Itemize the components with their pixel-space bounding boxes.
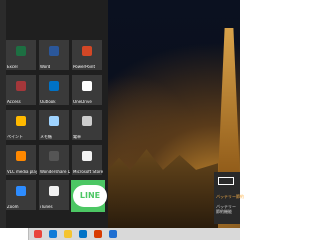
calculator-icon: [82, 116, 92, 126]
taskbar: [0, 228, 240, 240]
dvd-memory-icon: [49, 151, 59, 161]
tile-label: メモ帳: [40, 135, 52, 139]
tile-label: 電卓: [73, 135, 81, 139]
notepad-icon: [49, 116, 59, 126]
tile-itunes[interactable]: iTunes: [39, 180, 69, 210]
file-explorer-icon[interactable]: [64, 230, 72, 238]
tile-label: PowerPoint: [73, 65, 96, 69]
store-icon: [82, 151, 92, 161]
tile-label: Word: [40, 65, 51, 69]
tile-label: iTunes: [40, 205, 53, 209]
tile-word[interactable]: Word: [39, 40, 69, 70]
tile-label: Zoom: [7, 205, 19, 209]
zoom-icon: [16, 186, 26, 196]
tile-label: OneDrive: [73, 100, 92, 104]
onedrive-icon: [82, 81, 92, 91]
office-icon[interactable]: [94, 230, 102, 238]
toast-title: バッテリー節約: [216, 194, 244, 199]
notification-toast[interactable]: バッテリー節約 バッテリー節約機能: [214, 172, 244, 224]
mail-icon[interactable]: [79, 230, 87, 238]
toast-text: バッテリー節約機能: [216, 204, 236, 214]
access-icon: [16, 81, 26, 91]
outlook-icon: [49, 81, 59, 91]
onedrive-taskbar-icon[interactable]: [109, 230, 117, 238]
tile-label: Outlook: [40, 100, 56, 104]
tile-store[interactable]: Microsoft Store: [72, 145, 103, 175]
word-icon: [49, 46, 59, 56]
tile-paint[interactable]: ペイント: [6, 110, 36, 140]
tile-zoom[interactable]: Zoom: [6, 180, 36, 210]
tile-label: VLC media player: [7, 170, 37, 174]
tile-label: Excel: [7, 65, 18, 69]
battery-icon: [218, 177, 234, 185]
tile-line[interactable]: LINE: [71, 180, 107, 212]
tile-outlook[interactable]: Outlook: [39, 75, 69, 105]
itunes-icon: [49, 186, 59, 196]
tile-powerpoint[interactable]: PowerPoint: [72, 40, 102, 70]
tile-dvd-memory[interactable]: Wondershare DVD Memory: [39, 145, 70, 175]
vlc-icon: [16, 151, 26, 161]
line-icon: LINE: [73, 185, 107, 207]
excel-icon: [16, 46, 26, 56]
taskbar-search-box[interactable]: [0, 228, 29, 240]
powerpoint-icon: [82, 46, 92, 56]
tile-notepad[interactable]: メモ帳: [39, 110, 69, 140]
tile-access[interactable]: Access: [6, 75, 36, 105]
tile-label: Microsoft Store: [73, 170, 103, 174]
tile-excel[interactable]: Excel: [6, 40, 36, 70]
tile-onedrive[interactable]: OneDrive: [72, 75, 102, 105]
tile-label: Wondershare DVD Memory: [40, 170, 70, 174]
paint-icon: [16, 116, 26, 126]
chrome-icon[interactable]: [34, 230, 42, 238]
tile-vlc[interactable]: VLC media player: [6, 145, 37, 175]
tile-label: Access: [7, 100, 21, 104]
edge-icon[interactable]: [49, 230, 57, 238]
tile-calculator[interactable]: 電卓: [72, 110, 102, 140]
tile-label: ペイント: [7, 135, 23, 139]
